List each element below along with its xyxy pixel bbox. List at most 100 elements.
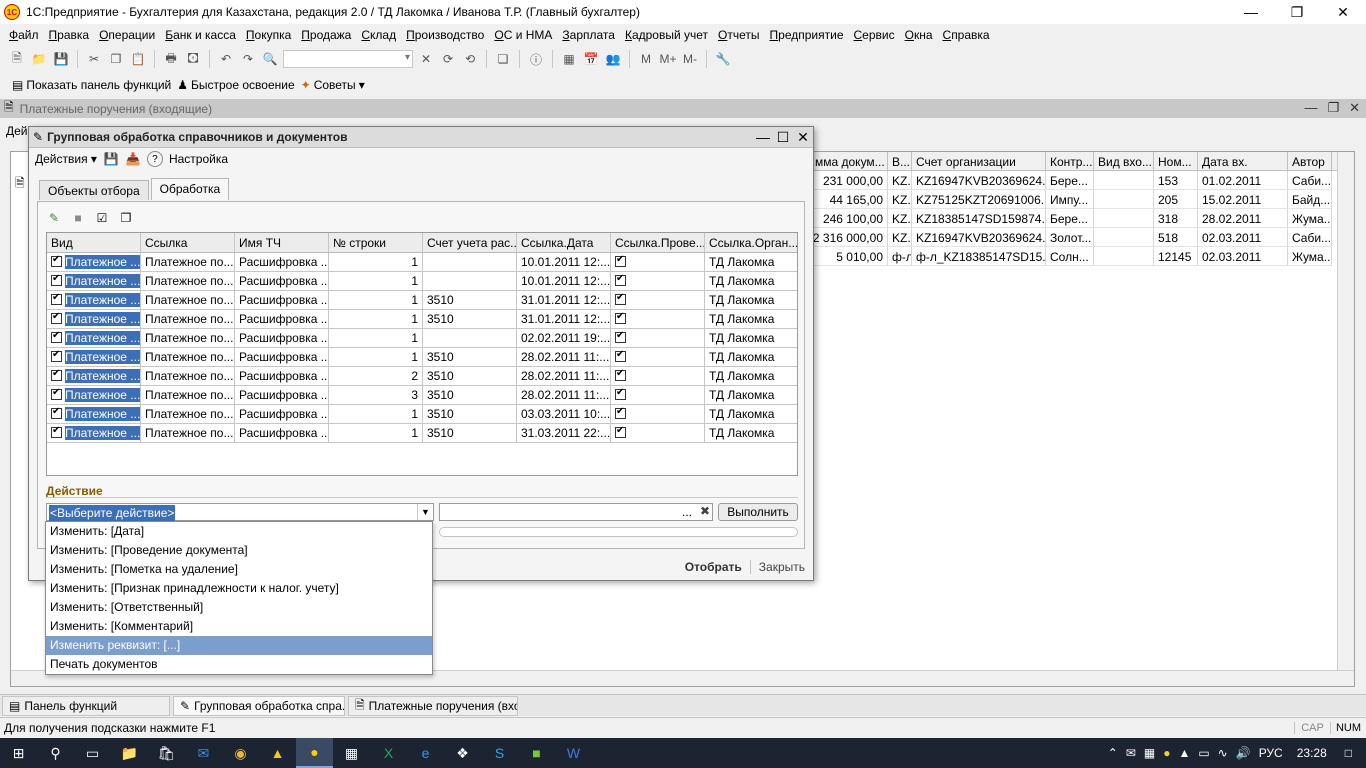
print-icon[interactable]: 🖶: [162, 50, 180, 68]
drive-tray-icon[interactable]: ▲: [1178, 746, 1190, 760]
menu-warehouse[interactable]: Склад: [356, 28, 401, 42]
list-restore-button[interactable]: ❐: [1327, 100, 1339, 116]
menu-file[interactable]: Файл: [4, 28, 44, 42]
dropdown-item[interactable]: Изменить: [Ответственный]: [46, 598, 432, 617]
row-checkbox[interactable]: [51, 311, 62, 324]
language-indicator[interactable]: РУС: [1259, 746, 1283, 760]
action-select[interactable]: <Выберите действие> ▼: [46, 503, 434, 521]
action-value-field[interactable]: ... ✖: [439, 503, 713, 521]
calendar-icon[interactable]: 📅: [582, 50, 600, 68]
settings-button[interactable]: Настройка: [169, 152, 228, 166]
battery-icon[interactable]: ▭: [1198, 746, 1209, 760]
posted-checkbox[interactable]: [615, 406, 626, 419]
menu-production[interactable]: Производство: [401, 28, 489, 42]
1c-app-icon[interactable]: ●: [296, 738, 333, 768]
menu-assets[interactable]: ОС и НМА: [489, 28, 557, 42]
menu-operations[interactable]: Операции: [94, 28, 160, 42]
run-button[interactable]: Выполнить: [718, 503, 798, 521]
object-row[interactable]: Платежное ...Платежное по...Расшифровка …: [47, 329, 797, 348]
new-document-icon[interactable]: 🗎: [8, 50, 26, 68]
window-tab-functions[interactable]: ▤ Панель функций: [2, 696, 170, 716]
list-col-currency[interactable]: В...: [888, 152, 912, 170]
cell-kind[interactable]: Платежное ...: [47, 329, 141, 348]
cell-kind[interactable]: Платежное ...: [47, 367, 141, 386]
menu-bank[interactable]: Банк и касса: [160, 28, 241, 42]
window-tab-group-processing[interactable]: ✎ Групповая обработка спра...: [173, 696, 345, 716]
paste-icon[interactable]: 📋: [129, 50, 147, 68]
col-line-number[interactable]: № строки: [329, 233, 423, 252]
tab-selection-objects[interactable]: Объекты отбора: [39, 180, 149, 200]
object-row[interactable]: Платежное ...Платежное по...Расшифровка …: [47, 272, 797, 291]
list-row[interactable]: 231 000,00 KZ... KZ16947KVB20369624... Б…: [801, 171, 1332, 190]
select-button[interactable]: Отобрать: [685, 560, 742, 574]
actions-menu-button[interactable]: Действия ▾: [35, 152, 97, 166]
menu-enterprise[interactable]: Предприятие: [765, 28, 849, 42]
open-folder-icon[interactable]: 📁: [30, 50, 48, 68]
cell-ref-posted[interactable]: [611, 272, 705, 291]
dropdown-item[interactable]: Печать документов: [46, 655, 432, 674]
windows-start-icon[interactable]: ⊞: [0, 738, 37, 768]
tools-icon[interactable]: 🔧: [714, 50, 732, 68]
object-row[interactable]: Платежное ...Платежное по...Расшифровка …: [47, 405, 797, 424]
posted-checkbox[interactable]: [615, 292, 626, 305]
list-col-sum[interactable]: ...мма докум...: [801, 152, 888, 170]
file-explorer-icon[interactable]: 📁: [111, 738, 148, 768]
copy-icon[interactable]: ❐: [107, 50, 125, 68]
check-all-icon[interactable]: ☑: [94, 210, 110, 226]
menu-salary[interactable]: Зарплата: [557, 28, 620, 42]
cell-kind[interactable]: Платежное ...: [47, 386, 141, 405]
cell-ref-posted[interactable]: [611, 367, 705, 386]
outlook-tray-icon[interactable]: ✉: [1126, 746, 1136, 760]
row-checkbox[interactable]: [51, 349, 62, 362]
internet-explorer-icon[interactable]: e: [407, 738, 444, 768]
list-col-author[interactable]: Автор: [1288, 152, 1332, 170]
cell-kind[interactable]: Платежное ...: [47, 291, 141, 310]
search-icon[interactable]: ⚲: [37, 738, 74, 768]
row-checkbox[interactable]: [51, 368, 62, 381]
dropdown-item[interactable]: Изменить: [Признак принадлежности к нало…: [46, 579, 432, 598]
dropdown-item[interactable]: Изменить: [Проведение документа]: [46, 541, 432, 560]
menu-windows[interactable]: Окна: [900, 28, 938, 42]
row-checkbox[interactable]: [51, 387, 62, 400]
row-checkbox[interactable]: [51, 273, 62, 286]
col-table-name[interactable]: Имя ТЧ: [235, 233, 329, 252]
task-view-icon[interactable]: ▭: [74, 738, 111, 768]
posted-checkbox[interactable]: [615, 330, 626, 343]
cell-kind[interactable]: Платежное ...: [47, 405, 141, 424]
posted-checkbox[interactable]: [615, 368, 626, 381]
col-ref-date[interactable]: Ссылка.Дата: [517, 233, 611, 252]
dialog-minimize-button[interactable]: —: [753, 129, 773, 145]
wifi-icon[interactable]: ∿: [1218, 746, 1228, 760]
list-minimize-button[interactable]: —: [1304, 100, 1317, 116]
show-functions-panel-button[interactable]: ▤ Показать панель функций: [12, 78, 171, 92]
posted-checkbox[interactable]: [615, 254, 626, 267]
object-row[interactable]: Платежное ...Платежное по...Расшифровка …: [47, 253, 797, 272]
dialog-maximize-button[interactable]: ☐: [773, 129, 793, 146]
list-col-number[interactable]: Ном...: [1154, 152, 1198, 170]
cell-ref-posted[interactable]: [611, 348, 705, 367]
menu-help[interactable]: Справка: [938, 28, 995, 42]
object-row[interactable]: Платежное ...Платежное по...Расшифровка …: [47, 348, 797, 367]
col-reference[interactable]: Ссылка: [141, 233, 235, 252]
cut-icon[interactable]: ✂: [85, 50, 103, 68]
chrome-icon[interactable]: ◉: [222, 738, 259, 768]
menu-edit[interactable]: Правка: [44, 28, 95, 42]
cell-ref-posted[interactable]: [611, 424, 705, 443]
posted-checkbox[interactable]: [615, 273, 626, 286]
row-checkbox[interactable]: [51, 425, 62, 438]
menu-service[interactable]: Сервис: [849, 28, 900, 42]
list-row[interactable]: 5 010,00 ф-л... ф-л_KZ18385147SD15... Со…: [801, 247, 1332, 266]
cell-ref-posted[interactable]: [611, 291, 705, 310]
row-checkbox[interactable]: [51, 406, 62, 419]
notifications-icon[interactable]: □: [1345, 746, 1352, 760]
skype-icon[interactable]: S: [481, 738, 518, 768]
calculator-icon[interactable]: ▦: [333, 738, 370, 768]
tips-button[interactable]: ✦ Советы ▾: [301, 78, 365, 92]
list-col-counterparty[interactable]: Контр...: [1046, 152, 1094, 170]
cell-ref-posted[interactable]: [611, 329, 705, 348]
redo-icon[interactable]: ↷: [239, 50, 257, 68]
tab-processing[interactable]: Обработка: [150, 178, 230, 200]
dropdown-item[interactable]: Изменить: [Комментарий]: [46, 617, 432, 636]
close-button[interactable]: ✕: [1320, 0, 1366, 24]
posted-checkbox[interactable]: [615, 387, 626, 400]
